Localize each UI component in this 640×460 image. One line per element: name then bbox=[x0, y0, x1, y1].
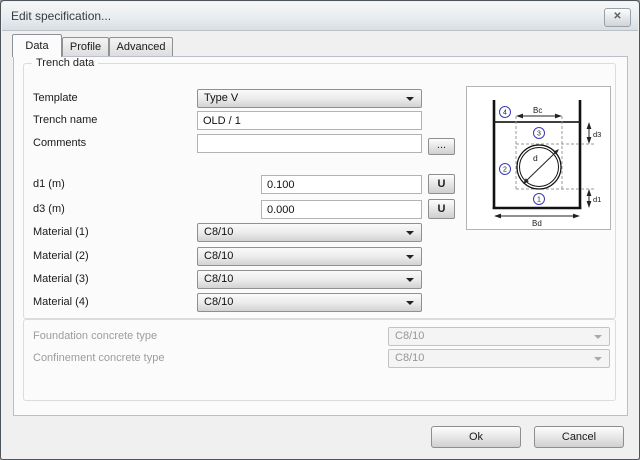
trench-name-label: Trench name bbox=[33, 111, 97, 130]
material-3-dropdown-value: C8/10 bbox=[204, 271, 233, 288]
title-bar[interactable]: Edit specification... ✕ bbox=[2, 2, 638, 31]
ok-button[interactable]: Ok bbox=[431, 426, 521, 448]
layer-marker-3: 3 bbox=[534, 128, 545, 139]
layer-marker-1: 1 bbox=[534, 194, 545, 205]
foundation-concrete-dropdown: C8/10 bbox=[388, 327, 610, 346]
dim-label-bd: Bd bbox=[532, 219, 542, 228]
d3-label: d3 (m) bbox=[33, 200, 65, 219]
template-label: Template bbox=[33, 89, 78, 108]
close-icon: ✕ bbox=[613, 11, 621, 22]
chevron-down-icon bbox=[594, 335, 602, 339]
close-button[interactable]: ✕ bbox=[604, 8, 631, 27]
material-3-dropdown[interactable]: C8/10 bbox=[197, 270, 422, 289]
d1-label: d1 (m) bbox=[33, 175, 65, 194]
material-1-label: Material (1) bbox=[33, 223, 89, 242]
chevron-down-icon bbox=[406, 278, 414, 282]
svg-text:4: 4 bbox=[503, 110, 507, 117]
material-1-dropdown[interactable]: C8/10 bbox=[197, 223, 422, 242]
svg-text:1: 1 bbox=[537, 197, 541, 204]
d1-input[interactable] bbox=[261, 175, 422, 194]
confinement-concrete-dropdown: C8/10 bbox=[388, 349, 610, 368]
material-2-dropdown[interactable]: C8/10 bbox=[197, 247, 422, 266]
chevron-down-icon bbox=[594, 357, 602, 361]
layer-marker-2: 2 bbox=[500, 164, 511, 175]
tab-profile[interactable]: Profile bbox=[62, 37, 109, 57]
window-title: Edit specification... bbox=[11, 9, 111, 23]
d3-input[interactable] bbox=[261, 200, 422, 219]
comments-input[interactable] bbox=[197, 134, 422, 153]
trench-cross-section-drawing: Bc d3 d1 Bd d 4 bbox=[467, 87, 610, 229]
material-3-label: Material (3) bbox=[33, 270, 89, 289]
material-4-dropdown-value: C8/10 bbox=[204, 294, 233, 311]
foundation-concrete-value: C8/10 bbox=[395, 328, 424, 345]
template-dropdown[interactable]: Type V bbox=[197, 89, 422, 108]
material-4-label: Material (4) bbox=[33, 293, 89, 312]
material-1-dropdown-value: C8/10 bbox=[204, 224, 233, 241]
edit-specification-dialog: Edit specification... ✕ Data Profile Adv… bbox=[0, 0, 640, 460]
chevron-down-icon bbox=[406, 231, 414, 235]
foundation-concrete-label: Foundation concrete type bbox=[33, 327, 157, 346]
d3-unit-button[interactable]: U bbox=[428, 199, 455, 219]
tab-advanced[interactable]: Advanced bbox=[109, 37, 173, 57]
dim-label-d1: d1 bbox=[593, 195, 601, 204]
trench-name-input[interactable] bbox=[197, 111, 422, 130]
svg-text:3: 3 bbox=[537, 131, 541, 138]
chevron-down-icon bbox=[406, 301, 414, 305]
material-2-dropdown-value: C8/10 bbox=[204, 248, 233, 265]
dim-label-d: d bbox=[533, 153, 538, 163]
material-2-label: Material (2) bbox=[33, 247, 89, 266]
dim-label-bc: Bc bbox=[533, 106, 542, 115]
chevron-down-icon bbox=[406, 97, 414, 101]
material-4-dropdown[interactable]: C8/10 bbox=[197, 293, 422, 312]
comments-browse-button[interactable]: ... bbox=[428, 138, 455, 155]
cancel-button[interactable]: Cancel bbox=[534, 426, 624, 448]
layer-marker-4: 4 bbox=[500, 107, 511, 118]
dim-label-d3: d3 bbox=[593, 130, 601, 139]
trench-diagram: Bc d3 d1 Bd d 4 bbox=[466, 86, 611, 230]
comments-label: Comments bbox=[33, 134, 86, 153]
tab-data[interactable]: Data bbox=[12, 34, 62, 57]
chevron-down-icon bbox=[406, 255, 414, 259]
groupbox-title: Trench data bbox=[32, 57, 98, 69]
template-dropdown-value: Type V bbox=[204, 90, 238, 107]
svg-text:2: 2 bbox=[503, 167, 507, 174]
confinement-concrete-label: Confinement concrete type bbox=[33, 349, 164, 368]
confinement-concrete-value: C8/10 bbox=[395, 350, 424, 367]
d1-unit-button[interactable]: U bbox=[428, 174, 455, 194]
